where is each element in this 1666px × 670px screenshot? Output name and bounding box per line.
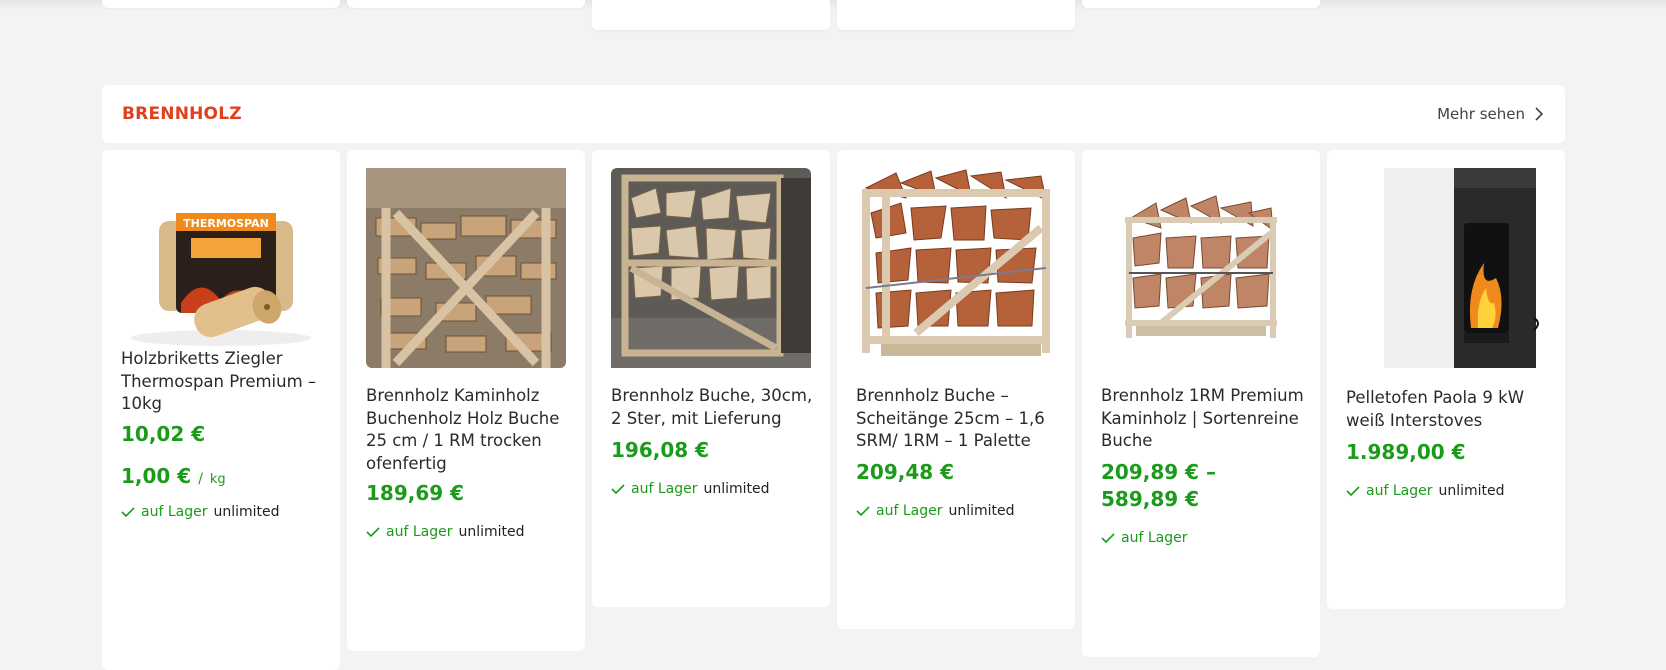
check-icon: [856, 506, 870, 517]
stock-label: auf Lager: [1121, 530, 1188, 546]
unit-price: 1,00 € / kg: [121, 464, 226, 488]
product-price-range-end: 589,89 €: [1101, 487, 1200, 511]
product-image[interactable]: [1101, 168, 1301, 368]
product-card[interactable]: Brennholz Kaminholz Buchenholz Holz Buch…: [347, 150, 585, 651]
product-image[interactable]: [856, 168, 1056, 368]
stock-quantity: unlimited: [703, 481, 770, 497]
product-name[interactable]: Brennholz Buche, 30cm, 2 Ster, mit Liefe…: [611, 385, 816, 430]
previous-row-card: [347, 0, 585, 8]
product-image[interactable]: [611, 168, 811, 368]
svg-text:THERMOSPAN: THERMOSPAN: [183, 217, 269, 230]
stock-label: auf Lager: [141, 504, 208, 520]
product-name[interactable]: Pelletofen Paola 9 kW weiß Interstoves: [1346, 387, 1551, 432]
product-name[interactable]: Brennholz 1RM Premium Kaminholz | Sorten…: [1101, 385, 1306, 453]
product-card[interactable]: Brennholz Buche – Scheitänge 25cm – 1,6 …: [837, 150, 1075, 629]
wood-crate-image: [862, 169, 1050, 356]
stock-quantity: unlimited: [1438, 483, 1505, 499]
check-icon: [121, 507, 135, 518]
check-icon: [1101, 533, 1115, 544]
previous-row-card: [837, 0, 1075, 30]
wood-crate-small-image: [1125, 195, 1277, 338]
wood-pallet-image: [366, 168, 566, 368]
stock-status: auf Lager unlimited: [121, 504, 280, 520]
product-price: 1.989,00 €: [1346, 440, 1466, 464]
previous-row-card: [592, 0, 830, 30]
product-price: 189,69 €: [366, 481, 465, 505]
unit-price-separator: /: [198, 471, 203, 487]
check-icon: [1346, 486, 1360, 497]
stock-label: auf Lager: [631, 481, 698, 497]
previous-row-card: [102, 0, 340, 8]
stock-quantity: unlimited: [458, 524, 525, 540]
stock-status: auf Lager unlimited: [856, 503, 1015, 519]
product-name[interactable]: Brennholz Kaminholz Buchenholz Holz Buch…: [366, 385, 571, 475]
stock-quantity: unlimited: [213, 504, 280, 520]
product-price: 209,48 €: [856, 460, 955, 484]
check-icon: [611, 484, 625, 495]
product-card[interactable]: THERMOSPAN Holzbriketts Ziegler Thermosp…: [102, 150, 340, 670]
check-icon: [366, 527, 380, 538]
section-title: BRENNHOLZ: [122, 104, 242, 124]
wood-crates-image: [611, 168, 811, 368]
product-price: 10,02 €: [121, 422, 206, 446]
unit-price-value: 1,00 €: [121, 464, 192, 488]
pellet-stove-image: [1384, 168, 1539, 368]
more-link[interactable]: Mehr sehen: [1437, 105, 1545, 123]
stock-status: auf Lager unlimited: [366, 524, 525, 540]
stock-status: auf Lager unlimited: [611, 481, 770, 497]
product-image[interactable]: THERMOSPAN: [121, 168, 321, 368]
chevron-right-icon: [1535, 107, 1544, 121]
product-card[interactable]: Pelletofen Paola 9 kW weiß Interstoves 1…: [1327, 150, 1565, 609]
unit-price-unit: kg: [209, 472, 226, 487]
section-header: BRENNHOLZ Mehr sehen: [102, 85, 1565, 143]
more-link-label: Mehr sehen: [1437, 105, 1525, 123]
product-price-range-start: 209,89 € –: [1101, 460, 1217, 484]
product-name[interactable]: Brennholz Buche – Scheitänge 25cm – 1,6 …: [856, 385, 1061, 453]
briquettes-image: THERMOSPAN: [131, 213, 311, 346]
stock-label: auf Lager: [876, 503, 943, 519]
product-price: 196,08 €: [611, 438, 710, 462]
product-card[interactable]: Brennholz 1RM Premium Kaminholz | Sorten…: [1082, 150, 1320, 657]
stock-status: auf Lager: [1101, 530, 1187, 546]
product-image[interactable]: [1346, 168, 1546, 368]
stock-quantity: unlimited: [948, 503, 1015, 519]
product-card[interactable]: Brennholz Buche, 30cm, 2 Ster, mit Liefe…: [592, 150, 830, 607]
previous-row-card: [1082, 0, 1320, 8]
stock-status: auf Lager unlimited: [1346, 483, 1505, 499]
stock-label: auf Lager: [1366, 483, 1433, 499]
product-image[interactable]: [366, 168, 566, 368]
product-name[interactable]: Holzbriketts Ziegler Thermospan Premium …: [121, 348, 326, 416]
stock-label: auf Lager: [386, 524, 453, 540]
